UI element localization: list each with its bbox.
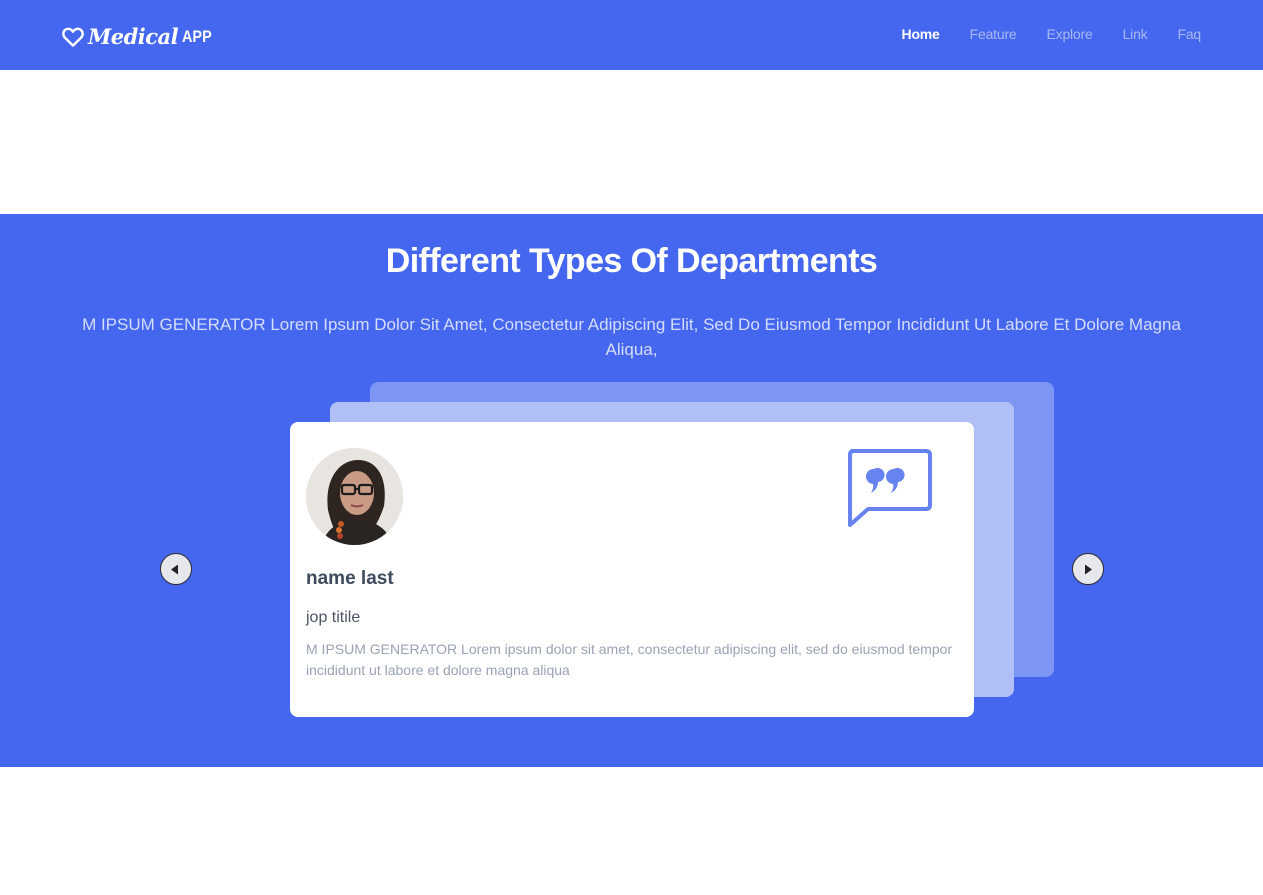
nav-link-home[interactable]: Home bbox=[902, 26, 940, 42]
avatar bbox=[306, 448, 403, 545]
speech-bubble-quote-icon bbox=[848, 449, 932, 527]
nav-link-feature[interactable]: Feature bbox=[970, 26, 1017, 42]
nav-link-faq[interactable]: Faq bbox=[1177, 26, 1201, 42]
carousel-prev-button[interactable] bbox=[160, 553, 192, 585]
departments-section: Different Types Of Departments M IPSUM G… bbox=[0, 214, 1263, 767]
play-right-icon bbox=[1085, 564, 1092, 574]
brand-logo[interactable]: Medical APP bbox=[62, 24, 217, 49]
brand-name: Medical bbox=[88, 24, 179, 49]
navbar: Medical APP Home Feature Explore Link Fa… bbox=[0, 0, 1263, 70]
testimonial-card: name last jop titile M IPSUM GENERATOR L… bbox=[290, 422, 974, 717]
nav-link-link[interactable]: Link bbox=[1123, 26, 1148, 42]
section-title: Different Types Of Departments bbox=[385, 242, 878, 280]
testimonial-job-title: jop titile bbox=[306, 609, 361, 626]
heart-icon bbox=[62, 27, 84, 47]
brand-suffix: APP bbox=[182, 26, 212, 46]
person-portrait-image bbox=[306, 448, 403, 545]
testimonial-text: M IPSUM GENERATOR Lorem ipsum dolor sit … bbox=[306, 641, 953, 678]
section-subtitle: M IPSUM GENERATOR Lorem Ipsum Dolor Sit … bbox=[82, 315, 1181, 359]
carousel-next-button[interactable] bbox=[1072, 553, 1104, 585]
testimonial-name: name last bbox=[306, 568, 394, 589]
nav-menu: Home Feature Explore Link Faq bbox=[872, 26, 1202, 42]
play-left-icon bbox=[171, 564, 178, 574]
nav-link-explore[interactable]: Explore bbox=[1047, 26, 1093, 42]
